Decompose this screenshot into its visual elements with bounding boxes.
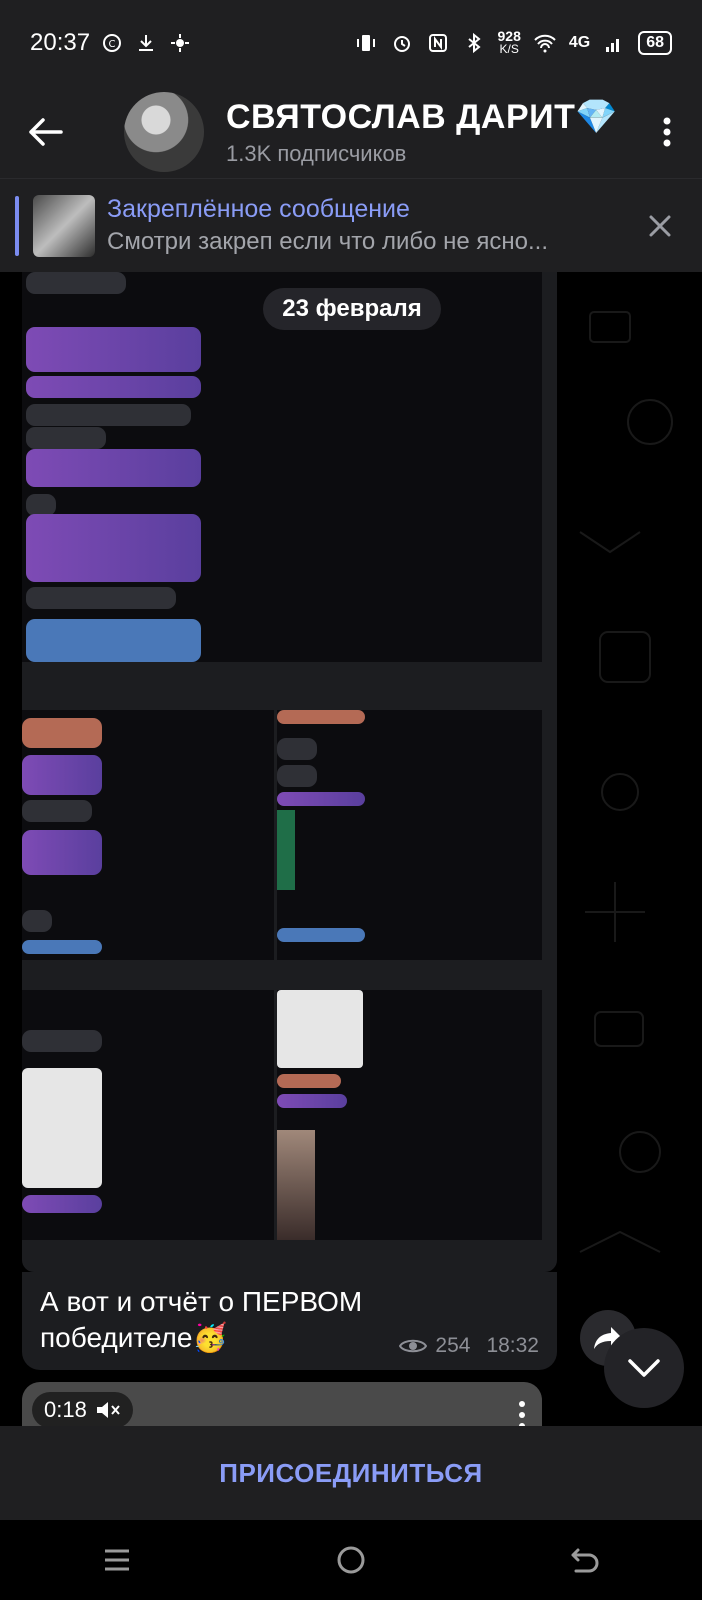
vibrate-icon <box>354 31 378 55</box>
arrow-left-icon <box>29 118 63 146</box>
album-photo[interactable] <box>277 990 542 1240</box>
channel-avatar[interactable] <box>124 92 204 172</box>
album-photo[interactable] <box>22 710 274 960</box>
settings-icon <box>168 31 192 55</box>
message-caption[interactable]: А вот и отчёт о ПЕРВОМ победителе🥳 254 1… <box>22 1272 557 1370</box>
join-bar: ПРИСОЕДИНИТЬСЯ <box>0 1426 702 1520</box>
pinned-thumbnail <box>33 194 95 257</box>
message-meta: 254 18:32 <box>399 1334 539 1358</box>
mute-icon <box>96 1402 120 1418</box>
video-duration-pill[interactable]: 0:18 <box>32 1392 133 1426</box>
home-circle-icon <box>337 1546 365 1574</box>
album-photo[interactable] <box>22 990 274 1240</box>
channel-title: СВЯТОСЛАВ ДАРИТ💎 <box>226 98 619 136</box>
scroll-down-button[interactable] <box>604 1328 684 1408</box>
photo-album[interactable] <box>22 272 557 1272</box>
battery-indicator: 68 <box>638 31 672 55</box>
pinned-indicator <box>15 195 19 256</box>
download-icon <box>134 31 158 55</box>
join-button[interactable]: ПРИСОЕДИНИТЬСЯ <box>213 1457 488 1490</box>
recents-button[interactable] <box>77 1530 157 1590</box>
more-vertical-icon <box>663 117 671 147</box>
date-chip: 23 февраля <box>263 288 441 330</box>
back-button[interactable] <box>0 86 90 178</box>
video-message[interactable]: 0:18 <box>22 1382 542 1426</box>
system-back-button[interactable] <box>545 1530 625 1590</box>
chat-area[interactable]: 23 февраля А вот и отчёт о ПЕРВОМ победи… <box>0 272 702 1426</box>
pinned-message-bar[interactable]: Закреплённое сообщение Смотри закреп есл… <box>0 178 702 272</box>
pinned-title: Закреплённое сообщение <box>107 195 410 223</box>
home-button[interactable] <box>311 1530 391 1590</box>
message-time: 18:32 <box>486 1334 539 1357</box>
caption-text: А вот и отчёт о ПЕРВОМ победителе🥳 <box>40 1286 363 1353</box>
channel-info[interactable]: СВЯТОСЛАВ ДАРИТ💎 1.3K подписчиков <box>226 97 618 167</box>
wifi-icon <box>533 31 557 55</box>
nfc-icon <box>426 31 450 55</box>
svg-text:C: C <box>109 39 116 50</box>
bluetooth-icon <box>462 31 486 55</box>
video-more-button[interactable] <box>518 1400 526 1426</box>
video-duration: 0:18 <box>44 1397 87 1422</box>
status-bar: 20:37 C 928 K/S 4G 68 <box>0 0 702 86</box>
back-icon <box>571 1548 599 1573</box>
pinned-text: Смотри закреп если что либо не ясно... <box>107 228 548 255</box>
album-photo[interactable] <box>22 272 542 662</box>
alarm-icon <box>390 31 414 55</box>
system-nav-bar <box>0 1520 702 1600</box>
network-type: 4G <box>568 34 591 51</box>
status-time: 20:37 <box>30 29 91 56</box>
eye-icon <box>399 1339 428 1353</box>
copyright-icon: C <box>100 31 124 55</box>
album-photo[interactable] <box>277 710 542 960</box>
more-options-button[interactable] <box>632 86 702 178</box>
network-speed: 928 K/S <box>497 28 521 56</box>
close-icon <box>649 215 671 236</box>
view-count: 254 <box>435 1334 471 1357</box>
close-pinned-button[interactable] <box>640 206 680 246</box>
subscriber-count: 1.3K подписчиков <box>226 141 407 166</box>
menu-icon <box>105 1549 129 1571</box>
signal-icon <box>602 31 626 55</box>
chat-header: СВЯТОСЛАВ ДАРИТ💎 1.3K подписчиков <box>0 86 702 178</box>
more-vertical-icon <box>519 1401 525 1426</box>
chevron-down-icon <box>628 1359 660 1377</box>
